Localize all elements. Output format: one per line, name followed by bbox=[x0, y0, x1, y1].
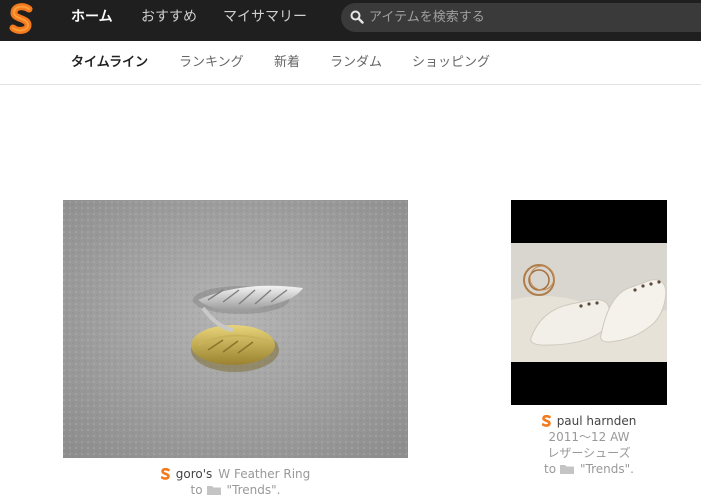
card-user-name[interactable]: paul harnden bbox=[557, 414, 637, 428]
search-input[interactable] bbox=[369, 3, 689, 32]
card-item-title-line1[interactable]: 2011〜12 AW bbox=[511, 429, 667, 445]
app-logo-icon[interactable] bbox=[9, 3, 35, 35]
shoes-photo[interactable] bbox=[511, 200, 667, 405]
user-logo-icon bbox=[541, 415, 551, 427]
shoes-caption-line4: to "Trends". bbox=[511, 461, 667, 477]
user-logo-icon bbox=[160, 468, 170, 480]
search-box[interactable] bbox=[341, 3, 701, 32]
nav-my-summary[interactable]: マイサマリー bbox=[223, 0, 307, 34]
sub-nav: タイムライン ランキング 新着 ランダム ショッピング bbox=[0, 41, 701, 85]
tab-timeline[interactable]: タイムライン bbox=[71, 41, 148, 84]
card-user-name[interactable]: goro's bbox=[176, 467, 213, 481]
shoes-caption: paul harnden 2011〜12 AW レザーシューズ to "Tren… bbox=[511, 413, 667, 477]
card-item-title[interactable]: W Feather Ring bbox=[218, 467, 310, 481]
ring-photo[interactable] bbox=[63, 200, 408, 458]
top-bar: ホーム おすすめ マイサマリー bbox=[0, 0, 701, 41]
search-icon bbox=[350, 10, 364, 24]
tab-ranking[interactable]: ランキング bbox=[179, 41, 244, 84]
folder-icon bbox=[560, 465, 575, 474]
tab-shopping[interactable]: ショッピング bbox=[412, 41, 490, 84]
to-label: to bbox=[190, 483, 203, 497]
nav-home[interactable]: ホーム bbox=[71, 0, 113, 34]
folder-name[interactable]: "Trends". bbox=[580, 462, 634, 476]
nav-recommended[interactable]: おすすめ bbox=[141, 0, 197, 34]
ring-caption-line1: goro's W Feather Ring bbox=[63, 466, 408, 482]
tab-new[interactable]: 新着 bbox=[274, 41, 300, 84]
tab-random[interactable]: ランダム bbox=[330, 41, 382, 84]
folder-name[interactable]: "Trends". bbox=[227, 483, 281, 497]
shoes-caption-line1: paul harnden bbox=[511, 413, 667, 429]
card-item-title-line2[interactable]: レザーシューズ bbox=[511, 445, 667, 461]
to-label: to bbox=[544, 462, 557, 476]
ring-caption-line2: to "Trends". bbox=[63, 482, 408, 498]
folder-icon bbox=[206, 486, 221, 495]
ring-caption: goro's W Feather Ring to "Trends". bbox=[63, 466, 408, 498]
